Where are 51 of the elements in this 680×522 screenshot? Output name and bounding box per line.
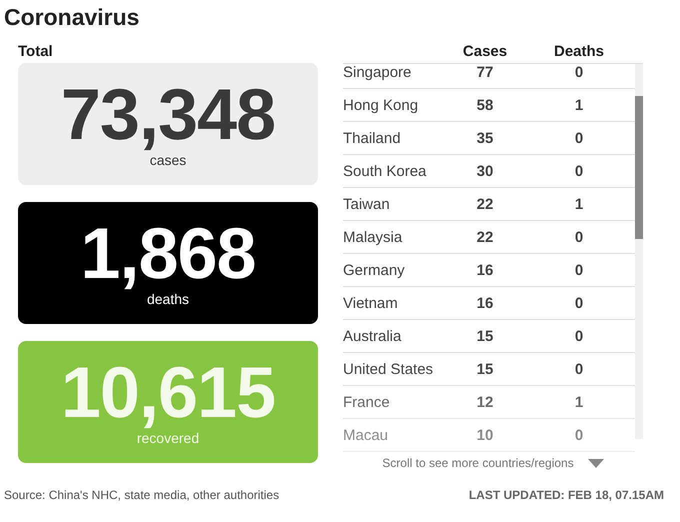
- cases-cell-text: 35: [476, 130, 494, 146]
- deaths-cell-text: 0: [574, 426, 584, 444]
- country-cell-text: Hong Kong: [343, 96, 420, 114]
- country-cell-text: Malaysia: [343, 228, 404, 246]
- column-header: Deaths: [552, 44, 606, 62]
- deaths-cell-text: 0: [574, 228, 584, 246]
- down-triangle-icon: [588, 458, 604, 468]
- country-cell-text: Vietnam: [343, 294, 399, 312]
- stat-label: deaths: [146, 291, 190, 307]
- cases-cell-text: 22: [476, 228, 494, 246]
- deaths-cell-text: 0: [574, 64, 584, 81]
- country-cell-text: Australia: [343, 328, 402, 344]
- stat-value: 10,615: [60, 358, 276, 428]
- cases-cell-text: 10: [476, 426, 494, 444]
- cases-cell-text: 58: [476, 96, 494, 114]
- deaths-cell-text: 0: [574, 130, 584, 146]
- cases-cell-text: 22: [476, 196, 494, 212]
- page-title: Coronavirus: [4, 4, 140, 30]
- deaths-cell-text: 0: [574, 328, 584, 344]
- country-cell-text: Taiwan: [343, 196, 391, 212]
- cases-cell-text: 15: [476, 328, 494, 344]
- country-cell-text: France: [343, 394, 391, 410]
- country-cell-text: Thailand: [343, 130, 402, 146]
- deaths-cell-text: 1: [574, 196, 584, 212]
- cases-cell-text: 30: [476, 162, 494, 180]
- deaths-cell-text: 0: [574, 294, 584, 312]
- deaths-cell-text: 0: [574, 262, 584, 278]
- country-cell-text: Macau: [343, 426, 390, 444]
- deaths-cell-text: 1: [574, 394, 584, 410]
- deaths-cell-text: 1: [574, 96, 584, 114]
- source-note: Source: China's NHC, state media, other authorities: [4, 488, 280, 502]
- cases-cell-text: 77: [476, 64, 494, 81]
- stat-value: 73,348: [60, 80, 276, 150]
- cases-cell-text: 16: [476, 294, 494, 312]
- cases-cell-text: 12: [476, 394, 494, 410]
- country-cell-text: Singapore: [343, 64, 412, 81]
- country-cell-text: United States: [343, 360, 434, 378]
- country-cell-text: South Korea: [343, 162, 428, 180]
- scrollbar[interactable]: [635, 64, 643, 439]
- deaths-cell-text: 0: [574, 360, 584, 378]
- country-cell-text: Germany: [343, 262, 406, 278]
- column-header: Cases: [462, 44, 508, 62]
- stat-value: 1,868: [80, 219, 256, 289]
- last-updated: LAST UPDATED: FEB 18, 07.15AM: [468, 488, 664, 502]
- cases-cell-text: 16: [476, 262, 494, 278]
- stat-label: cases: [150, 152, 186, 168]
- cases-cell-text: 15: [476, 360, 494, 378]
- stat-label: recovered: [136, 430, 200, 446]
- total-label: Total: [18, 44, 54, 62]
- deaths-cell-text: 0: [574, 162, 584, 180]
- scroll-hint: Scroll to see more countries/regions: [382, 456, 574, 470]
